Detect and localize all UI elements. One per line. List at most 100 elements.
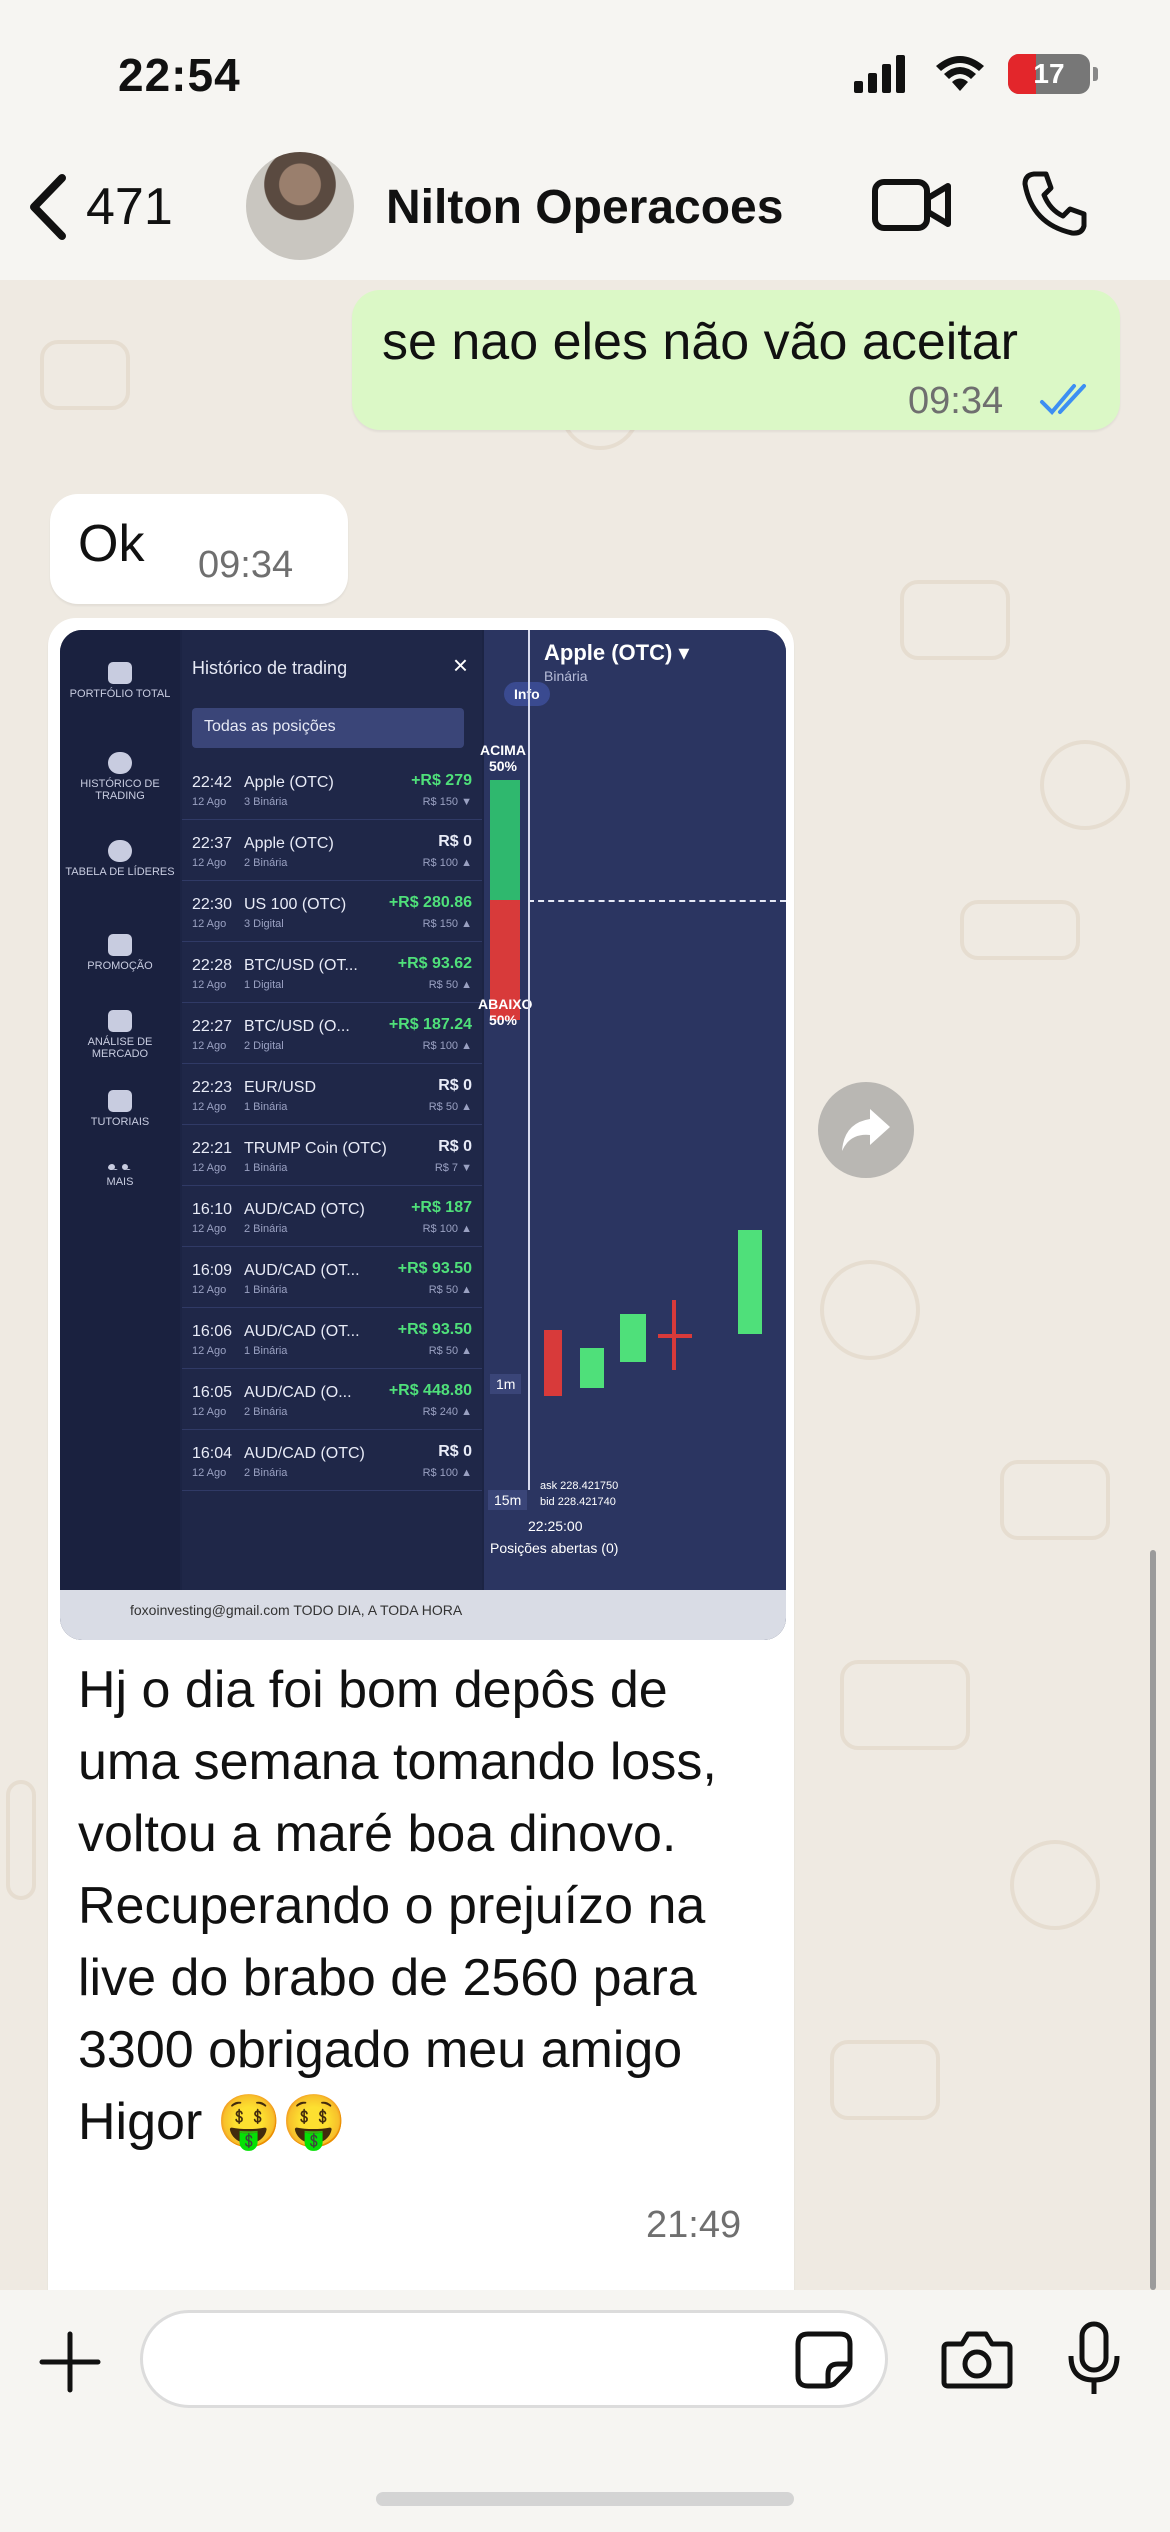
shared-image[interactable]: PORTFÓLIO TOTAL HISTÓRICO DE TRADING TAB… (60, 630, 786, 1640)
message-outgoing[interactable]: se nao eles não vão aceitar 09:34 (352, 290, 1120, 430)
trade-time: 16:04 (192, 1445, 233, 1462)
trade-row: 22:42 12 Ago Apple (OTC) 3 Binária +R$ 279 R$… (182, 762, 482, 820)
message-incoming[interactable]: Ok 09:34 (50, 494, 348, 604)
trade-row: 16:06 12 Ago AUD/CAD (OT... 1 Binária +R$ 93… (182, 1311, 482, 1369)
trade-investment: R$ 50 ▲ (428, 1101, 472, 1113)
trade-asset: EUR/USD (244, 1079, 317, 1096)
trade-investment: R$ 50 ▲ (428, 1345, 472, 1357)
unread-count: 471 (86, 178, 173, 236)
message-text: se nao eles não vão aceitar (382, 313, 1018, 371)
sticker-icon (795, 2331, 853, 2389)
message-time: 09:34 (198, 544, 294, 586)
positions-filter: Todas as posições (192, 708, 464, 748)
camera-button[interactable] (940, 2330, 1014, 2395)
wallpaper-doodle (840, 1660, 970, 1750)
sticker-button[interactable] (794, 2330, 854, 2395)
trade-asset: AUD/CAD (OTC) (244, 1445, 365, 1462)
message-caption: Hj o dia foi bom depôs de uma semana tom… (78, 1661, 717, 2151)
wallpaper-doodle (1010, 1840, 1100, 1930)
trade-row: 22:30 12 Ago US 100 (OTC) 3 Digital +R$ 280.… (182, 884, 482, 942)
trade-time: 16:05 (192, 1384, 233, 1401)
trade-type: 2 Binária (244, 1467, 288, 1479)
trade-asset: AUD/CAD (OT... (244, 1323, 360, 1340)
wallpaper-doodle (820, 1260, 920, 1360)
scrollbar[interactable] (1150, 1550, 1156, 2290)
forward-arrow-icon (842, 1109, 890, 1151)
wallpaper-doodle (6, 1780, 36, 1900)
wallpaper-doodle (830, 2040, 940, 2120)
trade-time: 16:09 (192, 1262, 233, 1279)
trade-history-panel: Histórico de trading × Todas as posições… (182, 630, 482, 1590)
contact-name[interactable]: Nilton Operacoes (386, 180, 783, 235)
trade-investment: R$ 240 ▲ (422, 1406, 472, 1418)
video-call-button[interactable] (872, 174, 952, 239)
phone-icon (1022, 171, 1087, 236)
microphone-button[interactable] (1066, 2320, 1122, 2405)
open-positions: Posições abertas (0) (490, 1540, 619, 1556)
trade-profit: +R$ 187 (411, 1199, 472, 1216)
asset-name: Apple (OTC) ▾ (544, 640, 690, 665)
sidebar-item-history: HISTÓRICO DE TRADING (60, 752, 180, 802)
message-incoming-image[interactable]: PORTFÓLIO TOTAL HISTÓRICO DE TRADING TAB… (48, 618, 794, 2290)
sidebar-item-tutorials: TUTORIAIS (60, 1090, 180, 1128)
chart-time: 22:25:00 (528, 1518, 583, 1534)
trade-date: 12 Ago (192, 1467, 227, 1479)
above-label: ACIMA 50% (480, 742, 526, 774)
attach-button[interactable] (38, 2330, 102, 2399)
price-line (528, 900, 786, 902)
trade-row: 22:28 12 Ago BTC/USD (OT... 1 Digital +R$ 93… (182, 945, 482, 1003)
footer-text: foxoinvesting@gmail.com TODO DIA, A TODA… (130, 1602, 463, 1618)
trade-date: 12 Ago (192, 796, 227, 808)
wallpaper-doodle (1000, 1460, 1110, 1540)
trade-row: 16:05 12 Ago AUD/CAD (O... 2 Binária +R$ 448… (182, 1372, 482, 1430)
trade-type: 3 Binária (244, 796, 288, 808)
status-bar: 22:54 17 (0, 0, 1170, 150)
trade-investment: R$ 100 ▲ (422, 1223, 472, 1235)
double-check-icon (1040, 384, 1086, 415)
trade-investment: R$ 150 ▲ (422, 918, 472, 930)
timeframe-1m: 1m (490, 1374, 522, 1394)
trade-date: 12 Ago (192, 1345, 227, 1357)
trade-time: 22:28 (192, 957, 233, 974)
trade-date: 12 Ago (192, 1406, 227, 1418)
avatar[interactable] (246, 152, 354, 260)
voice-call-button[interactable] (1020, 168, 1090, 243)
signal-icon (854, 55, 905, 93)
trade-row: 16:04 12 Ago AUD/CAD (OTC) 2 Binária R$ 0 R$ … (182, 1433, 482, 1491)
history-title: Histórico de trading (192, 658, 348, 678)
sidebar-item-leaders: TABELA DE LÍDERES (60, 840, 180, 878)
trade-profit: R$ 0 (438, 833, 472, 850)
wallpaper-doodle (1040, 740, 1130, 830)
battery-level: 17 (1033, 58, 1065, 89)
trade-row: 16:09 12 Ago AUD/CAD (OT... 1 Binária +R$ 93… (182, 1250, 482, 1308)
info-label: Info (504, 682, 550, 706)
trade-date: 12 Ago (192, 1101, 227, 1113)
trade-date: 12 Ago (192, 1284, 227, 1296)
chat-area[interactable]: se nao eles não vão aceitar 09:34 Ok 09:… (0, 280, 1170, 2290)
trade-profit: +R$ 93.62 (397, 955, 472, 972)
back-button[interactable]: 471 (26, 174, 173, 240)
below-label: ABAIXO 50% (478, 996, 533, 1028)
trade-profit: R$ 0 (438, 1138, 472, 1155)
trade-type: 2 Digital (244, 1040, 284, 1052)
trade-profit: +R$ 279 (411, 772, 472, 789)
trade-date: 12 Ago (192, 979, 227, 991)
message-time: 09:34 (908, 380, 1004, 422)
candlesticks (544, 1230, 762, 1396)
status-time: 22:54 (118, 49, 241, 101)
app-sidebar: PORTFÓLIO TOTAL HISTÓRICO DE TRADING TAB… (60, 630, 180, 1590)
message-input[interactable] (140, 2310, 888, 2408)
plus-icon (39, 2331, 101, 2393)
trade-type: 2 Binária (244, 1223, 288, 1235)
trade-investment: R$ 100 ▲ (422, 1467, 472, 1479)
app-footer: foxoinvesting@gmail.com TODO DIA, A TODA… (60, 1590, 786, 1640)
trade-row: 22:37 12 Ago Apple (OTC) 2 Binária R$ 0 R$ 10… (182, 823, 482, 881)
trade-profit: +R$ 280.86 (388, 894, 472, 911)
wallpaper-doodle (40, 340, 130, 410)
trade-profit: +R$ 93.50 (397, 1260, 472, 1277)
trade-type: 1 Digital (244, 979, 284, 991)
forward-button[interactable] (818, 1082, 914, 1178)
trade-asset: Apple (OTC) (244, 835, 334, 852)
trade-type: 2 Binária (244, 857, 288, 869)
camera-icon (941, 2331, 1013, 2389)
